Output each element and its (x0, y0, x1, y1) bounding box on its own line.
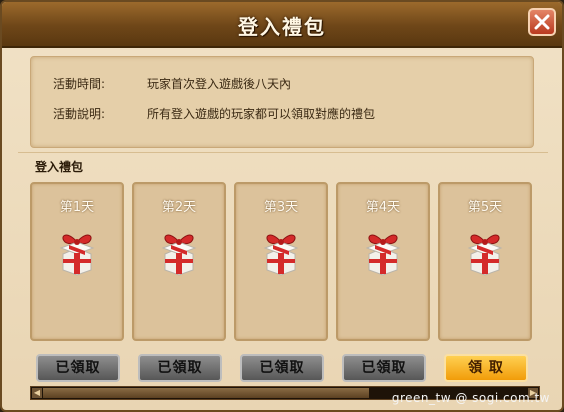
dialog-title: 登入禮包 (238, 15, 326, 39)
claimed-button-day-3[interactable]: 已領取 (240, 354, 324, 382)
gift-box-icon (461, 228, 509, 280)
claimed-button-day-4[interactable]: 已領取 (342, 354, 426, 382)
claim-button-day-5[interactable]: 領 取 (444, 354, 528, 382)
close-button[interactable] (528, 8, 556, 36)
login-gift-dialog: 登入禮包 活動時間: 玩家首次登入遊戲後八天內 活動說明: 所有登入遊戲的玩家都… (0, 0, 564, 412)
event-description-value: 所有登入遊戲的玩家都可以領取對應的禮包 (147, 107, 376, 121)
scrollbar-thumb[interactable] (43, 388, 369, 398)
event-info-panel: 活動時間: 玩家首次登入遊戲後八天內 活動說明: 所有登入遊戲的玩家都可以領取對… (30, 56, 534, 148)
day-label: 第3天 (263, 200, 299, 215)
section-divider (18, 152, 548, 153)
claimed-button-day-2[interactable]: 已領取 (138, 354, 222, 382)
watermark: green_tw @ sogi.com.tw (391, 391, 550, 405)
day-label: 第2天 (161, 200, 197, 215)
day-label: 第5天 (467, 200, 503, 215)
day-card-5: 第5天 (438, 182, 532, 341)
event-description-label: 活動說明: (53, 107, 106, 121)
day-card-1: 第1天 (30, 182, 124, 341)
event-time-value: 玩家首次登入遊戲後八天內 (147, 77, 292, 91)
close-icon (534, 14, 550, 30)
gift-box-icon (155, 228, 203, 280)
day-card-4: 第4天 (336, 182, 430, 341)
event-time-label: 活動時間: (53, 77, 106, 91)
claimed-button-day-1[interactable]: 已領取 (36, 354, 120, 382)
day-label: 第1天 (59, 200, 95, 215)
day-label: 第4天 (365, 200, 401, 215)
section-title: 登入禮包 (35, 160, 84, 174)
scroll-left-arrow-icon[interactable]: ◀ (32, 388, 42, 398)
gift-box-icon (257, 228, 305, 280)
gift-box-icon (359, 228, 407, 280)
gift-box-icon (53, 228, 101, 280)
day-card-3: 第3天 (234, 182, 328, 341)
day-card-2: 第2天 (132, 182, 226, 341)
title-bar: 登入禮包 (2, 2, 562, 48)
